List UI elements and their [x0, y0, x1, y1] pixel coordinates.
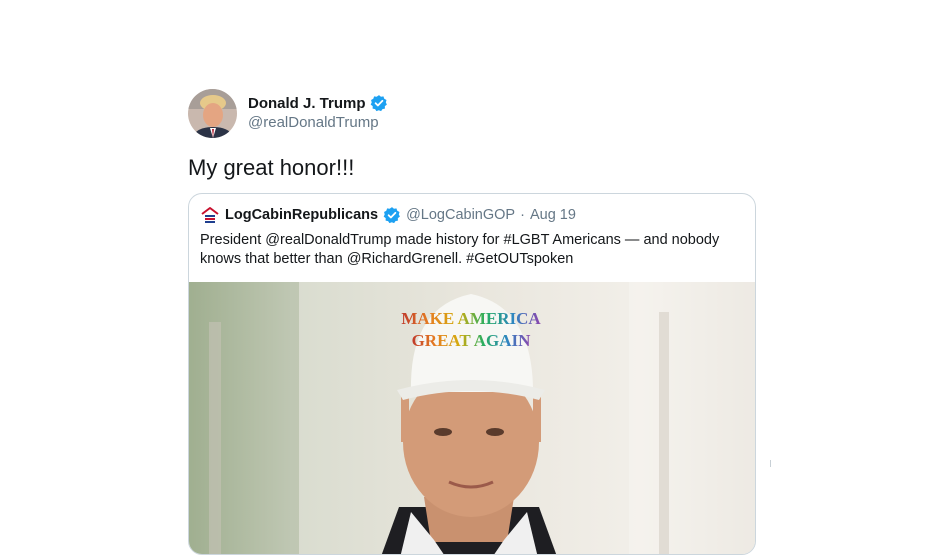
quoted-tweet-header: LogCabinRepublicans @LogCabinGOP · Aug 1… — [200, 205, 576, 225]
author-name-row[interactable]: Donald J. Trump — [248, 94, 388, 112]
author-name[interactable]: Donald J. Trump — [248, 95, 366, 112]
quoted-tweet-text: President @realDonaldTrump made history … — [200, 232, 720, 267]
quoted-author-handle[interactable]: @LogCabinGOP — [406, 207, 515, 223]
verified-badge-icon — [383, 206, 401, 224]
log-cabin-logo-icon[interactable] — [200, 205, 220, 225]
quoted-tweet-date[interactable]: Aug 19 — [530, 207, 576, 223]
quoted-tweet-video[interactable]: MAKE AMERICA GREAT AGAIN — [189, 282, 755, 554]
divider — [770, 460, 771, 467]
quoted-tweet-card[interactable]: LogCabinRepublicans @LogCabinGOP · Aug 1… — [188, 193, 756, 555]
tweet-text: My great honor!!! — [188, 155, 355, 180]
author-handle[interactable]: @realDonaldTrump — [248, 114, 379, 131]
dot-separator: · — [520, 207, 525, 223]
author-avatar[interactable] — [188, 89, 237, 138]
verified-badge-icon — [370, 94, 388, 112]
hat-text-line-2: GREAT AGAIN — [412, 331, 532, 350]
quoted-author-name[interactable]: LogCabinRepublicans — [225, 207, 378, 223]
hat-text-line-1: MAKE AMERICA — [401, 309, 541, 328]
